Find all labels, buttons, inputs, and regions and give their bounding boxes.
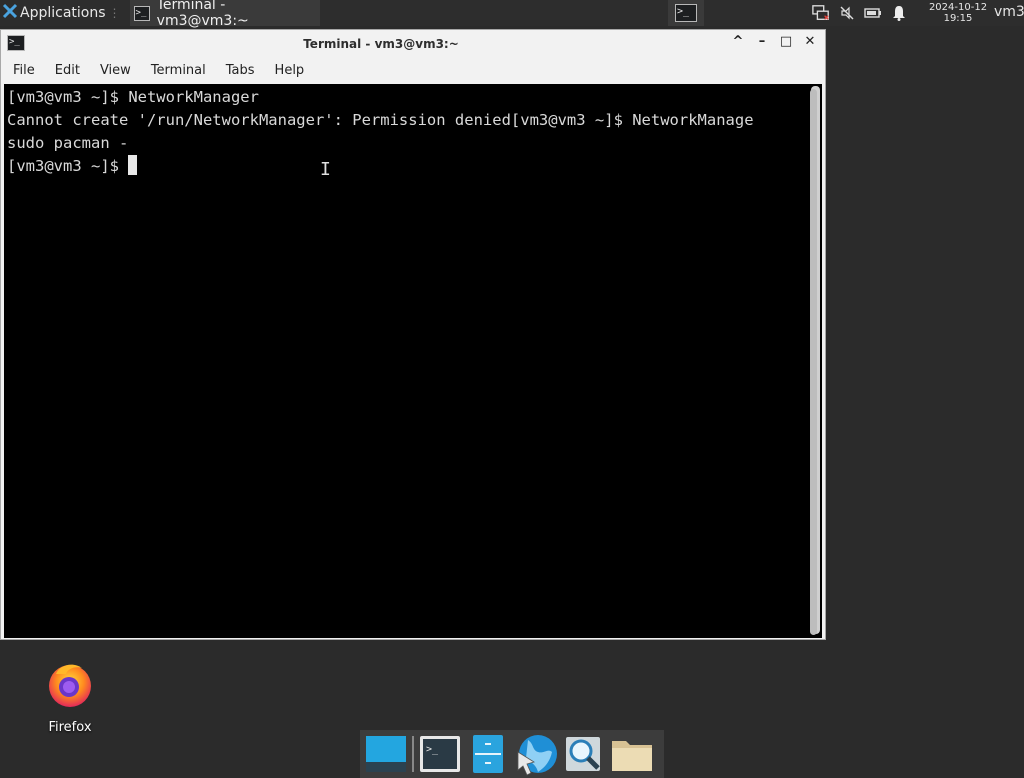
text-cursor bbox=[128, 155, 138, 175]
folder-icon bbox=[612, 741, 652, 771]
window-titlebar[interactable]: >_ Terminal - vm3@vm3:~ ^ – □ ✕ bbox=[1, 30, 825, 57]
maximize-button[interactable]: □ bbox=[779, 34, 793, 49]
terminal-line: sudo pacman - bbox=[7, 134, 129, 152]
menu-terminal[interactable]: Terminal bbox=[139, 63, 214, 78]
bottom-dock: >_ bbox=[360, 730, 664, 778]
svg-text:>_: >_ bbox=[426, 744, 439, 755]
globe-icon bbox=[517, 735, 557, 776]
menu-file[interactable]: File bbox=[1, 63, 43, 78]
mute-icon[interactable] bbox=[838, 4, 856, 22]
terminal-line: [vm3@vm3 ~]$ NetworkManager bbox=[7, 88, 259, 106]
file-cabinet-icon bbox=[473, 735, 503, 773]
dock-show-desktop[interactable] bbox=[362, 731, 410, 777]
taskbar-terminal-label: Terminal - vm3@vm3:~ bbox=[156, 0, 249, 29]
firefox-label: Firefox bbox=[48, 720, 92, 735]
terminal-output-area[interactable]: [vm3@vm3 ~]$ NetworkManager Cannot create… bbox=[4, 84, 822, 638]
shade-button[interactable]: ^ bbox=[731, 34, 745, 49]
magnifier-icon bbox=[566, 737, 600, 771]
workspace-switcher[interactable]: >_ bbox=[668, 0, 704, 26]
applications-menu[interactable]: Applications ⋮ bbox=[0, 0, 128, 26]
firefox-icon bbox=[40, 660, 100, 712]
menu-edit[interactable]: Edit bbox=[43, 63, 88, 78]
window-controls: ^ – □ ✕ bbox=[731, 34, 817, 49]
terminal-text: [vm3@vm3 ~]$ NetworkManager Cannot create… bbox=[7, 86, 754, 178]
network-icon[interactable] bbox=[812, 4, 830, 22]
menu-help[interactable]: Help bbox=[263, 63, 313, 78]
terminal-icon: >_ bbox=[420, 736, 460, 772]
menu-view[interactable]: View bbox=[88, 63, 139, 78]
show-desktop-icon bbox=[366, 736, 406, 772]
applications-label: Applications bbox=[20, 5, 106, 21]
terminal-prompt-line: [vm3@vm3 ~]$ bbox=[7, 155, 754, 178]
terminal-icon: >_ bbox=[133, 5, 150, 21]
dock-terminal[interactable]: >_ bbox=[416, 731, 464, 777]
scrollbar-thumb[interactable] bbox=[810, 89, 817, 635]
clock-date: 2024-10-12 bbox=[928, 2, 988, 13]
xfce-logo-icon bbox=[2, 3, 18, 23]
close-button[interactable]: ✕ bbox=[803, 34, 817, 49]
terminal-icon: >_ bbox=[675, 4, 697, 22]
terminal-line: Cannot create '/run/NetworkManager': Per… bbox=[7, 111, 754, 129]
system-tray bbox=[812, 0, 908, 26]
battery-icon[interactable] bbox=[864, 4, 882, 22]
terminal-scrollbar[interactable] bbox=[810, 86, 820, 635]
terminal-prompt: [vm3@vm3 ~]$ bbox=[7, 157, 129, 175]
window-title: Terminal - vm3@vm3:~ bbox=[303, 36, 459, 51]
terminal-window: >_ Terminal - vm3@vm3:~ ^ – □ ✕ File Edi… bbox=[0, 29, 826, 640]
dock-home-folder[interactable] bbox=[608, 731, 656, 777]
dock-web-browser[interactable] bbox=[512, 731, 560, 777]
panel-clock[interactable]: 2024-10-12 19:15 bbox=[924, 2, 992, 24]
clock-time: 19:15 bbox=[943, 13, 973, 24]
dock-app-finder[interactable] bbox=[560, 731, 608, 777]
user-menu[interactable]: vm3 bbox=[994, 4, 1024, 20]
mouse-ibeam-cursor: I bbox=[320, 159, 331, 180]
taskbar-terminal-button[interactable]: >_ Terminal - vm3@vm3:~ bbox=[129, 0, 320, 29]
dock-separator bbox=[412, 736, 414, 772]
panel-separator: ⋮ bbox=[108, 6, 121, 20]
menu-tabs[interactable]: Tabs bbox=[214, 63, 263, 78]
window-menubar: File Edit View Terminal Tabs Help bbox=[1, 57, 825, 83]
desktop-icon-firefox[interactable]: Firefox bbox=[40, 660, 100, 735]
notification-bell-icon[interactable] bbox=[890, 4, 908, 22]
dock-file-manager[interactable] bbox=[464, 731, 512, 777]
minimize-button[interactable]: – bbox=[755, 34, 769, 49]
